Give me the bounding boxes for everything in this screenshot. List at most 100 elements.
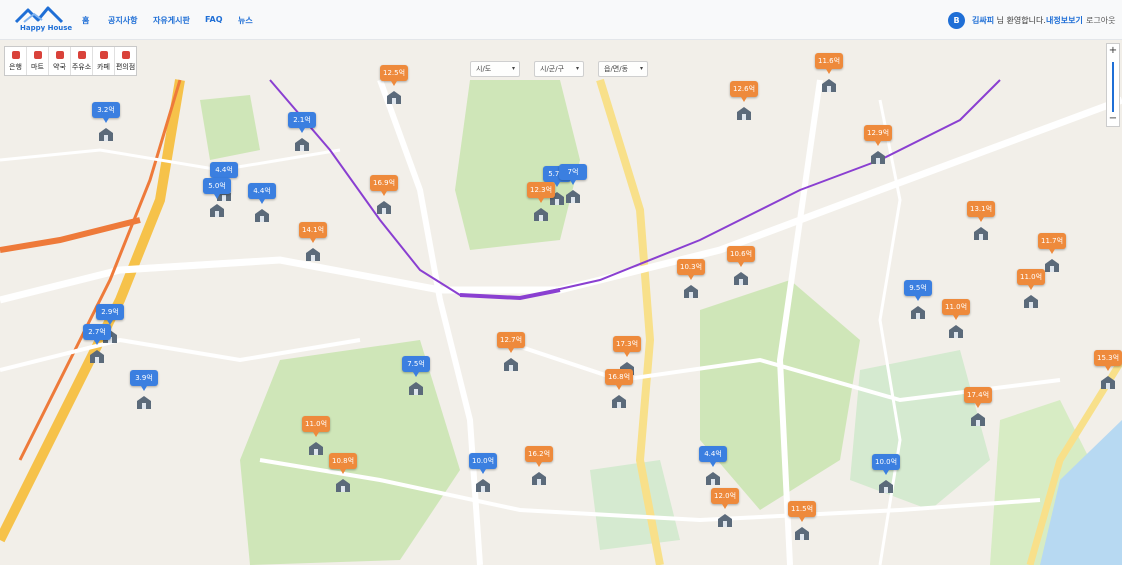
gugun-select[interactable]: 시/군/구 ▾: [534, 61, 584, 77]
nav-notice[interactable]: 공지사항: [108, 15, 137, 26]
price-label: 15.3억: [1094, 350, 1122, 366]
apartment-icon: [1045, 259, 1059, 272]
apartment-marker[interactable]: 9.5억: [904, 280, 932, 322]
convenience-store-icon: [121, 50, 130, 59]
apartment-icon: [612, 395, 626, 408]
price-label: 10.0억: [469, 453, 497, 469]
apartment-icon: [534, 208, 548, 221]
apartment-icon: [476, 479, 490, 492]
apartment-marker[interactable]: 3.2억: [92, 102, 120, 144]
cafe-icon: [99, 50, 108, 59]
apartment-marker[interactable]: 11.7억: [1038, 233, 1066, 275]
category-label: 카페: [97, 62, 110, 71]
nav-home[interactable]: 홈: [82, 15, 89, 26]
bank-icon: [11, 50, 20, 59]
dong-select[interactable]: 읍/면/동 ▾: [598, 61, 648, 77]
apartment-marker[interactable]: 10.0억: [872, 454, 900, 496]
apartment-marker[interactable]: 2.1억: [288, 112, 316, 154]
apartment-marker[interactable]: 10.8억: [329, 453, 357, 495]
marker-tail: [799, 517, 805, 522]
mypage-link[interactable]: 내정보보기: [1046, 15, 1083, 26]
category-label: 주유소: [71, 62, 92, 71]
apartment-marker[interactable]: 4.4억: [248, 183, 276, 225]
category-convenience-store-button[interactable]: 편의점: [115, 47, 136, 75]
zoom-out-button[interactable]: −: [1107, 113, 1119, 125]
logout-link[interactable]: 로그아웃: [1086, 15, 1115, 26]
map-view[interactable]: 은행 마트 약국 주유소 카페 편의점 시/도 ▾ 시/군/구 ▾ 읍/면/동 ▾ +…: [0, 40, 1122, 565]
main-road: [0, 79, 185, 543]
marker-tail: [313, 432, 319, 437]
category-label: 편의점: [115, 62, 136, 71]
apartment-marker[interactable]: 12.7억: [497, 332, 525, 374]
sido-select[interactable]: 시/도 ▾: [470, 61, 520, 77]
nav-free-board[interactable]: 자유게시판: [153, 15, 190, 26]
category-mart-button[interactable]: 마트: [27, 47, 49, 75]
marker-tail: [536, 462, 542, 467]
apartment-marker[interactable]: 17.4억: [964, 387, 992, 429]
price-label: 12.6억: [730, 81, 758, 97]
apartment-marker[interactable]: 12.0억: [711, 488, 739, 530]
top-navbar: Happy House 홈 공지사항 자유게시판 FAQ 뉴스 B 김싸피 님 …: [0, 0, 1122, 40]
price-label: 4.4억: [248, 183, 276, 199]
price-label: 2.7억: [83, 324, 111, 340]
nav-news[interactable]: 뉴스: [238, 15, 253, 26]
apartment-marker[interactable]: 12.6억: [730, 81, 758, 123]
category-label: 약국: [53, 62, 66, 71]
marker-tail: [103, 118, 109, 123]
apartment-marker[interactable]: 16.8억: [605, 369, 633, 411]
apartment-marker[interactable]: 12.3억: [527, 182, 555, 224]
apartment-icon: [684, 285, 698, 298]
apartment-marker[interactable]: 7.5억: [402, 356, 430, 398]
zoom-slider[interactable]: [1112, 62, 1114, 112]
apartment-marker[interactable]: 11.5억: [788, 501, 816, 543]
apartment-icon: [974, 227, 988, 240]
gas-station-icon: [77, 50, 86, 59]
avatar[interactable]: B: [948, 12, 965, 29]
apartment-marker[interactable]: 7억: [559, 164, 587, 206]
apartment-marker[interactable]: 10.6억: [727, 246, 755, 288]
price-label: 3.2억: [92, 102, 120, 118]
price-label: 10.8억: [329, 453, 357, 469]
apartment-icon: [1024, 295, 1038, 308]
price-label: 4.4억: [699, 446, 727, 462]
marker-tail: [381, 191, 387, 196]
welcome-message: 김싸피 님 환영합니다.: [972, 15, 1046, 26]
zoom-in-button[interactable]: +: [1107, 45, 1119, 57]
apartment-marker[interactable]: 11.0억: [1017, 269, 1045, 311]
nav-faq[interactable]: FAQ: [205, 15, 223, 24]
marker-tail: [259, 199, 265, 204]
apartment-marker[interactable]: 10.0억: [469, 453, 497, 495]
category-bank-button[interactable]: 은행: [5, 47, 27, 75]
marker-tail: [508, 348, 514, 353]
apartment-icon: [90, 350, 104, 363]
marker-tail: [538, 198, 544, 203]
apartment-marker[interactable]: 12.5억: [380, 65, 408, 107]
price-label: 2.1억: [288, 112, 316, 128]
category-cafe-button[interactable]: 카페: [93, 47, 115, 75]
apartment-marker[interactable]: 16.2억: [525, 446, 553, 488]
apartment-marker[interactable]: 4.4억: [699, 446, 727, 488]
apartment-icon: [295, 138, 309, 151]
apartment-marker[interactable]: 10.3억: [677, 259, 705, 301]
apartment-marker[interactable]: 12.9억: [864, 125, 892, 167]
apartment-marker[interactable]: 11.6억: [815, 53, 843, 95]
marker-tail: [710, 462, 716, 467]
category-pharmacy-button[interactable]: 약국: [49, 47, 71, 75]
apartment-marker[interactable]: 15.3억: [1094, 350, 1122, 392]
apartment-marker[interactable]: 13.1억: [967, 201, 995, 243]
category-gas-station-button[interactable]: 주유소: [71, 47, 93, 75]
price-label: 17.3억: [613, 336, 641, 352]
apartment-icon: [255, 209, 269, 222]
apartment-marker[interactable]: 14.1억: [299, 222, 327, 264]
price-label: 13.1억: [967, 201, 995, 217]
apartment-marker[interactable]: 5.0억: [203, 178, 231, 220]
apartment-marker[interactable]: 3.9억: [130, 370, 158, 412]
apartment-marker[interactable]: 2.7억: [83, 324, 111, 366]
apartment-icon: [706, 472, 720, 485]
apartment-marker[interactable]: 11.0억: [942, 299, 970, 341]
marker-tail: [340, 469, 346, 474]
apartment-icon: [409, 382, 423, 395]
apartment-marker[interactable]: 11.0억: [302, 416, 330, 458]
category-toolbar: 은행 마트 약국 주유소 카페 편의점: [4, 46, 137, 76]
apartment-marker[interactable]: 16.9억: [370, 175, 398, 217]
